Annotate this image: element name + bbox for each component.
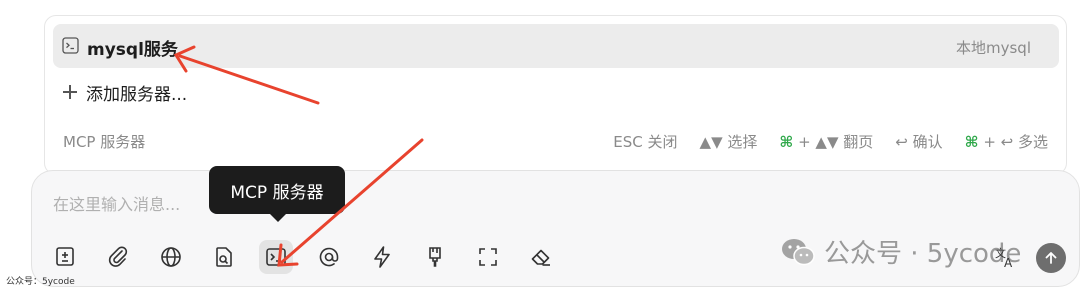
translate-button[interactable]: 文 A — [990, 242, 1020, 272]
add-server-button[interactable]: 添加服务器... — [62, 79, 187, 105]
eraser-icon — [531, 249, 550, 266]
tooltip-tail — [269, 213, 287, 222]
wechat-icon — [782, 238, 815, 265]
watermark: 公众号 · 5ycode — [780, 233, 1021, 270]
knowledge-base-button[interactable] — [207, 240, 241, 274]
document-search-icon — [216, 247, 232, 267]
add-server-label: 添加服务器... — [86, 84, 188, 105]
keyboard-hints: ESC 关闭 ▲▼ 选择 ⌘ + ▲▼ 翻页 ↩ 确认 ⌘ + ↩ 多选 — [613, 131, 1048, 152]
new-chat-icon — [56, 247, 74, 266]
translate-icon: 文 A — [995, 246, 1013, 270]
attach-button[interactable] — [101, 240, 135, 274]
hint-close: ESC 关闭 — [613, 133, 678, 151]
mcp-tooltip: MCP 服务器 — [209, 166, 345, 214]
lightning-icon — [374, 246, 390, 268]
mcp-server-button[interactable] — [259, 240, 293, 274]
popover-title: MCP 服务器 — [63, 133, 146, 151]
brush-icon — [429, 247, 441, 267]
quick-phrase-button[interactable] — [365, 240, 399, 274]
fullscreen-button[interactable] — [471, 240, 505, 274]
brush-button[interactable] — [418, 240, 452, 274]
svg-text:A: A — [1004, 256, 1013, 270]
server-name: mysql服务 — [87, 40, 178, 60]
mention-button[interactable] — [312, 240, 346, 274]
clear-button[interactable] — [524, 240, 558, 274]
globe-icon — [161, 247, 181, 267]
server-tag: 本地mysql — [956, 39, 1031, 57]
mcp-server-item-mysql[interactable]: mysql服务 本地mysql — [53, 24, 1059, 68]
send-button[interactable] — [1036, 243, 1066, 273]
paperclip-icon — [108, 246, 128, 267]
plus-icon — [62, 84, 78, 100]
arrow-up-icon — [1045, 252, 1057, 264]
hint-multiselect: ⌘ + ↩ 多选 — [964, 133, 1048, 151]
at-sign-icon — [319, 247, 339, 267]
web-search-button[interactable] — [154, 240, 188, 274]
hint-page: ⌘ + ▲▼ 翻页 — [779, 133, 874, 151]
message-input[interactable]: 在这里输入消息... — [53, 191, 180, 215]
terminal-icon — [62, 37, 79, 54]
hint-confirm: ↩ 确认 — [895, 133, 943, 151]
new-chat-button[interactable] — [48, 240, 82, 274]
terminal-icon — [266, 248, 286, 266]
corner-credit: 公众号：5ycode — [6, 277, 75, 287]
hint-select: ▲▼ 选择 — [699, 133, 758, 151]
fullscreen-icon — [479, 248, 497, 266]
